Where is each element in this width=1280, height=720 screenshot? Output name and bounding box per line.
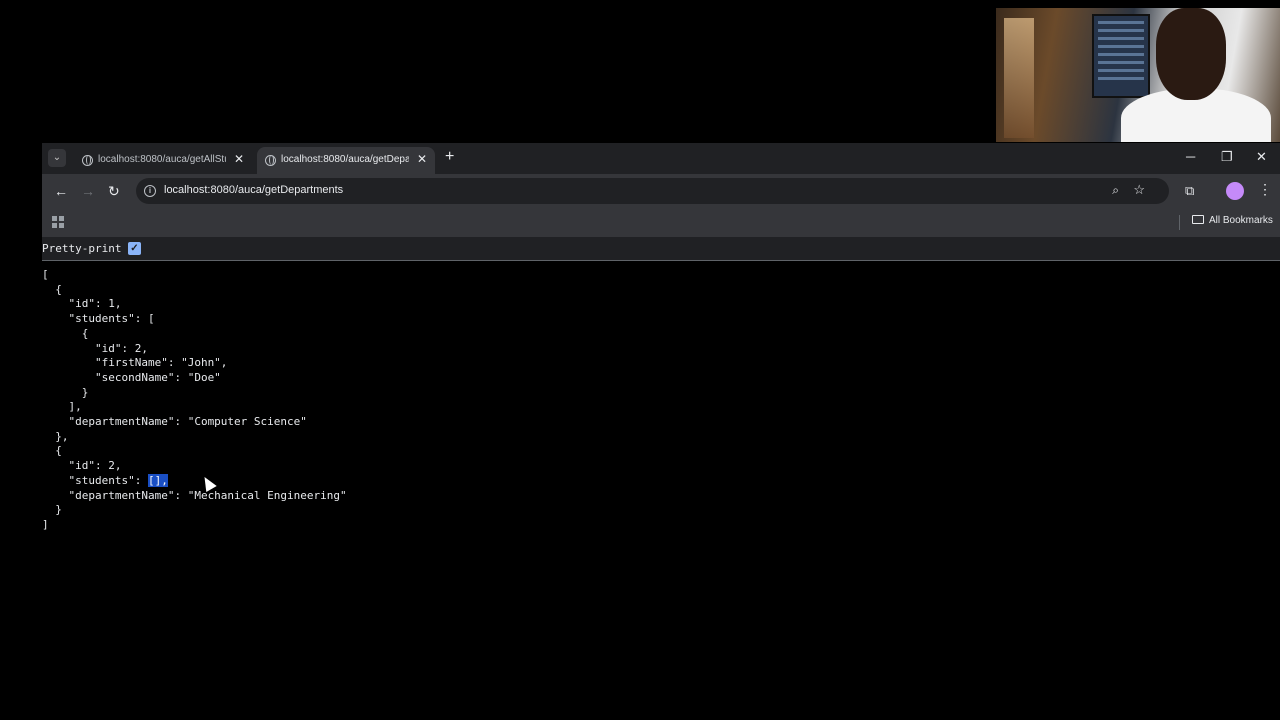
tab-search-button[interactable]: ⌄ xyxy=(48,149,66,167)
webcam-face xyxy=(1156,8,1226,100)
apps-grid-icon[interactable] xyxy=(52,216,64,228)
tab-get-departments[interactable]: localhost:8080/auca/getDeparts ✕ xyxy=(257,147,435,174)
toolbar: ← → ↻ i localhost:8080/auca/getDepartmen… xyxy=(42,174,1280,208)
webcam-overlay xyxy=(996,8,1280,142)
minimize-button[interactable]: ─ xyxy=(1186,149,1195,164)
all-bookmarks-label: All Bookmarks xyxy=(1209,215,1273,226)
forward-button[interactable]: → xyxy=(81,183,95,199)
zoom-icon[interactable]: ⌕ xyxy=(1112,183,1119,198)
all-bookmarks-button[interactable]: All Bookmarks xyxy=(1192,215,1273,226)
selected-text: [], xyxy=(147,473,168,487)
webcam-monitor xyxy=(1092,14,1150,98)
globe-icon xyxy=(265,155,276,166)
browser-window: ⌄ localhost:8080/auca/getAllStud ✕ local… xyxy=(42,143,1280,720)
pretty-print-label: Pretty-print xyxy=(42,242,122,255)
address-bar[interactable]: i localhost:8080/auca/getDepartments ⌕ ☆ xyxy=(136,178,1169,204)
tab-title: localhost:8080/auca/getDeparts xyxy=(281,154,409,165)
tab-title: localhost:8080/auca/getAllStud xyxy=(98,154,226,165)
close-window-button[interactable]: ✕ xyxy=(1256,149,1267,165)
reload-button[interactable]: ↻ xyxy=(108,183,120,200)
close-icon[interactable]: ✕ xyxy=(417,152,427,166)
json-text: "departmentName": "Mechanical Engineerin… xyxy=(42,488,347,531)
new-tab-button[interactable]: + xyxy=(445,148,454,166)
bookmarks-bar: All Bookmarks xyxy=(42,208,1280,237)
pretty-print-bar: Pretty-print ✓ xyxy=(42,237,1280,261)
star-icon[interactable]: ☆ xyxy=(1133,182,1145,198)
bookmarks-divider xyxy=(1179,215,1180,230)
info-icon[interactable]: i xyxy=(144,185,156,197)
menu-icon[interactable]: ⋮ xyxy=(1258,181,1272,198)
url-text[interactable]: localhost:8080/auca/getDepartments xyxy=(164,184,343,196)
restore-button[interactable]: ❐ xyxy=(1221,149,1233,165)
folder-icon xyxy=(1192,215,1204,224)
tab-get-all-students[interactable]: localhost:8080/auca/getAllStud ✕ xyxy=(74,147,252,174)
back-button[interactable]: ← xyxy=(54,183,68,199)
pretty-print-checkbox[interactable]: ✓ xyxy=(128,242,141,255)
tab-strip: ⌄ localhost:8080/auca/getAllStud ✕ local… xyxy=(42,143,1280,174)
chevron-down-icon: ⌄ xyxy=(52,152,62,163)
webcam-background xyxy=(1004,18,1034,138)
globe-icon xyxy=(82,155,93,166)
close-icon[interactable]: ✕ xyxy=(234,152,244,166)
avatar[interactable] xyxy=(1226,182,1244,200)
puzzle-icon[interactable]: ⧉ xyxy=(1185,183,1194,199)
json-response: [ { "id": 1, "students": [ { "id": 2, "f… xyxy=(42,268,347,533)
json-text: [ { "id": 1, "students": [ { "id": 2, "f… xyxy=(42,268,307,487)
